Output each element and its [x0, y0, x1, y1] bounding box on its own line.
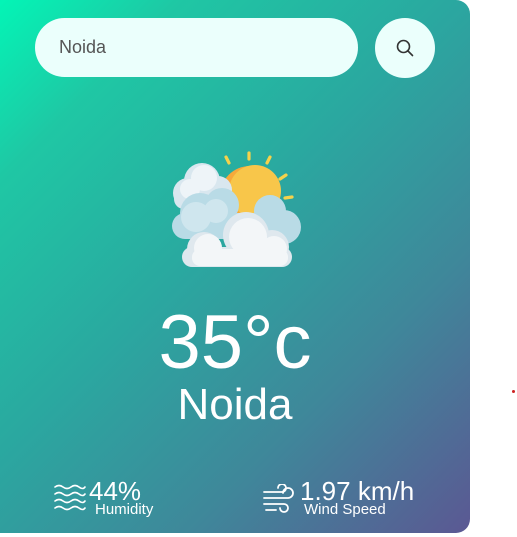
weather-card: 35°c Noida 44% Humidity	[0, 0, 470, 533]
search-input[interactable]	[35, 18, 358, 77]
wind-speed-label: Wind Speed	[304, 501, 386, 518]
sun-behind-clouds-icon	[172, 151, 301, 267]
page: 35°c Noida 44% Humidity	[0, 0, 517, 537]
temperature: 35°c	[158, 300, 312, 385]
city-name: Noida	[177, 380, 293, 429]
humidity-waves-icon	[54, 484, 86, 511]
search-icon	[396, 39, 414, 57]
marker-dot	[512, 390, 515, 393]
humidity-label: Humidity	[95, 501, 154, 518]
humidity-stat: 44% Humidity	[54, 476, 224, 520]
search-button[interactable]	[375, 18, 435, 78]
wind-icon	[263, 484, 294, 513]
wind-stat: 1.97 km/h Wind Speed	[262, 476, 462, 520]
